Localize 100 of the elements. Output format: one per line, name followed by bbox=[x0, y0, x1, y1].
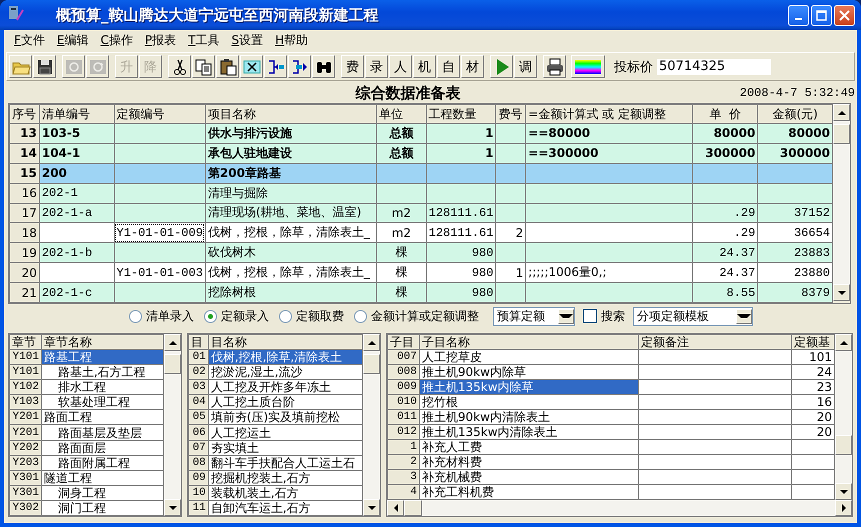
list-item[interactable]: 排水工程 bbox=[41, 380, 164, 395]
menu-item[interactable]: F文件 bbox=[8, 32, 51, 48]
list-item[interactable]: 路基土,石方工程 bbox=[41, 364, 164, 380]
list-item[interactable]: 洞门工程 bbox=[41, 500, 164, 516]
scroll-down-button[interactable] bbox=[164, 499, 181, 516]
bid-price-field[interactable]: 50714325 bbox=[657, 58, 771, 74]
maximize-button[interactable] bbox=[811, 4, 832, 26]
scrollbar[interactable] bbox=[833, 104, 850, 301]
list-item[interactable]: 路面工程 bbox=[41, 410, 164, 425]
column-header[interactable]: 章节 bbox=[10, 334, 42, 350]
scroll-down-button[interactable] bbox=[363, 499, 380, 516]
column-header[interactable]: 工程数量 bbox=[426, 104, 496, 124]
list-item[interactable]: 补充人工费 bbox=[419, 440, 638, 454]
scroll-up-button[interactable] bbox=[164, 334, 181, 351]
list-item[interactable]: 路基工程 bbox=[41, 350, 164, 365]
radio-label[interactable]: 清单录入 bbox=[146, 308, 194, 324]
list-item[interactable]: 隧道工程 bbox=[41, 470, 164, 486]
scrollbar[interactable] bbox=[835, 334, 852, 500]
menu-item[interactable]: H帮助 bbox=[269, 32, 314, 48]
template-dropdown[interactable]: 分项定额模板 bbox=[633, 306, 753, 326]
menu-item[interactable]: C操作 bbox=[94, 32, 139, 48]
scroll-up-button[interactable] bbox=[363, 334, 380, 351]
list-item[interactable]: 装载机装土,石方 bbox=[208, 485, 362, 500]
column-header[interactable]: 目 bbox=[188, 334, 208, 350]
run-button[interactable] bbox=[490, 55, 513, 78]
scroll-right-button[interactable] bbox=[835, 500, 852, 516]
list-item[interactable]: 伐树,挖根,除草,清除表土 bbox=[208, 350, 362, 365]
list-item[interactable]: 人工挖土质台阶 bbox=[208, 394, 362, 410]
list-item[interactable]: 翻斗车手扶配合人工运土石 bbox=[208, 455, 362, 470]
list-item[interactable]: 路面附属工程 bbox=[41, 455, 164, 470]
column-header[interactable]: 目名称 bbox=[208, 334, 362, 350]
color-button[interactable] bbox=[571, 55, 605, 78]
column-header[interactable]: 定额编号 bbox=[114, 104, 206, 124]
list-item[interactable]: 软基处理工程 bbox=[41, 394, 164, 410]
radio-button[interactable] bbox=[204, 310, 217, 322]
column-header[interactable]: 单 价 bbox=[692, 104, 758, 124]
menu-item[interactable]: P报表 bbox=[138, 32, 182, 48]
open-button[interactable] bbox=[9, 55, 32, 78]
list-item[interactable]: 路面面层 bbox=[41, 440, 164, 456]
dropdown-button[interactable] bbox=[558, 308, 574, 324]
column-header[interactable]: 清单编号 bbox=[39, 104, 114, 124]
scroll-up-button[interactable] bbox=[833, 104, 850, 121]
list-item[interactable]: 自卸汽车运土,石方 bbox=[208, 500, 362, 516]
toolbar-button[interactable]: 调 bbox=[514, 55, 537, 78]
column-header[interactable]: 章节名称 bbox=[41, 334, 164, 350]
list-item[interactable]: 补充材料费 bbox=[419, 454, 638, 470]
toolbar-button[interactable]: 机 bbox=[413, 55, 436, 78]
search-button[interactable] bbox=[312, 55, 335, 78]
column-header[interactable]: =金额计算式 或 定额调整 bbox=[526, 104, 693, 124]
column-header[interactable]: 项目名称 bbox=[205, 104, 377, 124]
column-header[interactable]: 定额基 bbox=[792, 334, 834, 350]
list-item[interactable]: 推土机135kw内除草 bbox=[419, 380, 638, 394]
column-header[interactable]: 单位 bbox=[376, 104, 426, 124]
radio-button[interactable] bbox=[129, 310, 142, 322]
column-header[interactable]: 金额(元) bbox=[758, 104, 832, 124]
scrollbar[interactable] bbox=[363, 334, 380, 516]
radio-label[interactable]: 定额取费 bbox=[296, 308, 344, 324]
list-item[interactable]: 推土机90kw内清除表土 bbox=[419, 410, 638, 424]
scroll-thumb[interactable] bbox=[833, 124, 850, 144]
scroll-down-button[interactable] bbox=[833, 284, 850, 301]
print-button[interactable] bbox=[543, 55, 566, 78]
minimize-button[interactable] bbox=[788, 4, 809, 26]
list-item[interactable]: 人工挖运土 bbox=[208, 424, 362, 440]
scroll-thumb[interactable] bbox=[363, 354, 380, 374]
cut-button[interactable] bbox=[168, 55, 191, 78]
scroll-thumb[interactable] bbox=[835, 435, 852, 455]
radio-label[interactable]: 金额计算或定额调整 bbox=[371, 308, 479, 324]
toolbar-button[interactable]: 自 bbox=[437, 55, 460, 78]
quota-book-dropdown[interactable]: 预算定额 bbox=[493, 306, 575, 326]
list-item[interactable]: 路面基层及垫层 bbox=[41, 424, 164, 440]
list-item[interactable]: 补充机械费 bbox=[419, 470, 638, 484]
scrollbar[interactable] bbox=[164, 334, 181, 516]
toolbar-button[interactable]: 费 bbox=[341, 55, 364, 78]
indent-button[interactable] bbox=[288, 55, 311, 78]
list-item[interactable]: 人工挖及开炸多年冻土 bbox=[208, 380, 362, 395]
column-header[interactable]: 序号 bbox=[10, 104, 40, 124]
list-item[interactable]: 推土机135kw内清除表土 bbox=[419, 424, 638, 440]
checkbox[interactable] bbox=[583, 309, 597, 323]
insert-button[interactable] bbox=[264, 55, 287, 78]
column-header[interactable]: 费号 bbox=[496, 104, 526, 124]
list-item[interactable]: 洞身工程 bbox=[41, 485, 164, 500]
dropdown-button[interactable] bbox=[736, 308, 752, 324]
toolbar-button[interactable]: 录 bbox=[365, 55, 388, 78]
scroll-thumb[interactable] bbox=[164, 354, 181, 374]
list-item[interactable]: 夯实填土 bbox=[208, 440, 362, 456]
close-button[interactable] bbox=[834, 4, 855, 26]
column-header[interactable]: 定额备注 bbox=[638, 334, 792, 350]
radio-button[interactable] bbox=[354, 310, 367, 322]
list-item[interactable]: 挖竹根 bbox=[419, 394, 638, 410]
column-header[interactable]: 子目 bbox=[388, 334, 420, 350]
save-button[interactable] bbox=[33, 55, 56, 78]
scroll-down-button[interactable] bbox=[835, 483, 852, 500]
menu-item[interactable]: E编辑 bbox=[50, 32, 94, 48]
scroll-up-button[interactable] bbox=[835, 334, 852, 351]
list-item[interactable]: 人工挖草皮 bbox=[419, 350, 638, 364]
copy-button[interactable] bbox=[192, 55, 215, 78]
list-item[interactable]: 挖淤泥,湿土,流沙 bbox=[208, 364, 362, 380]
menu-item[interactable]: T工具 bbox=[182, 32, 226, 48]
radio-button[interactable] bbox=[279, 310, 292, 322]
checkbox-label[interactable]: 搜索 bbox=[601, 308, 625, 324]
